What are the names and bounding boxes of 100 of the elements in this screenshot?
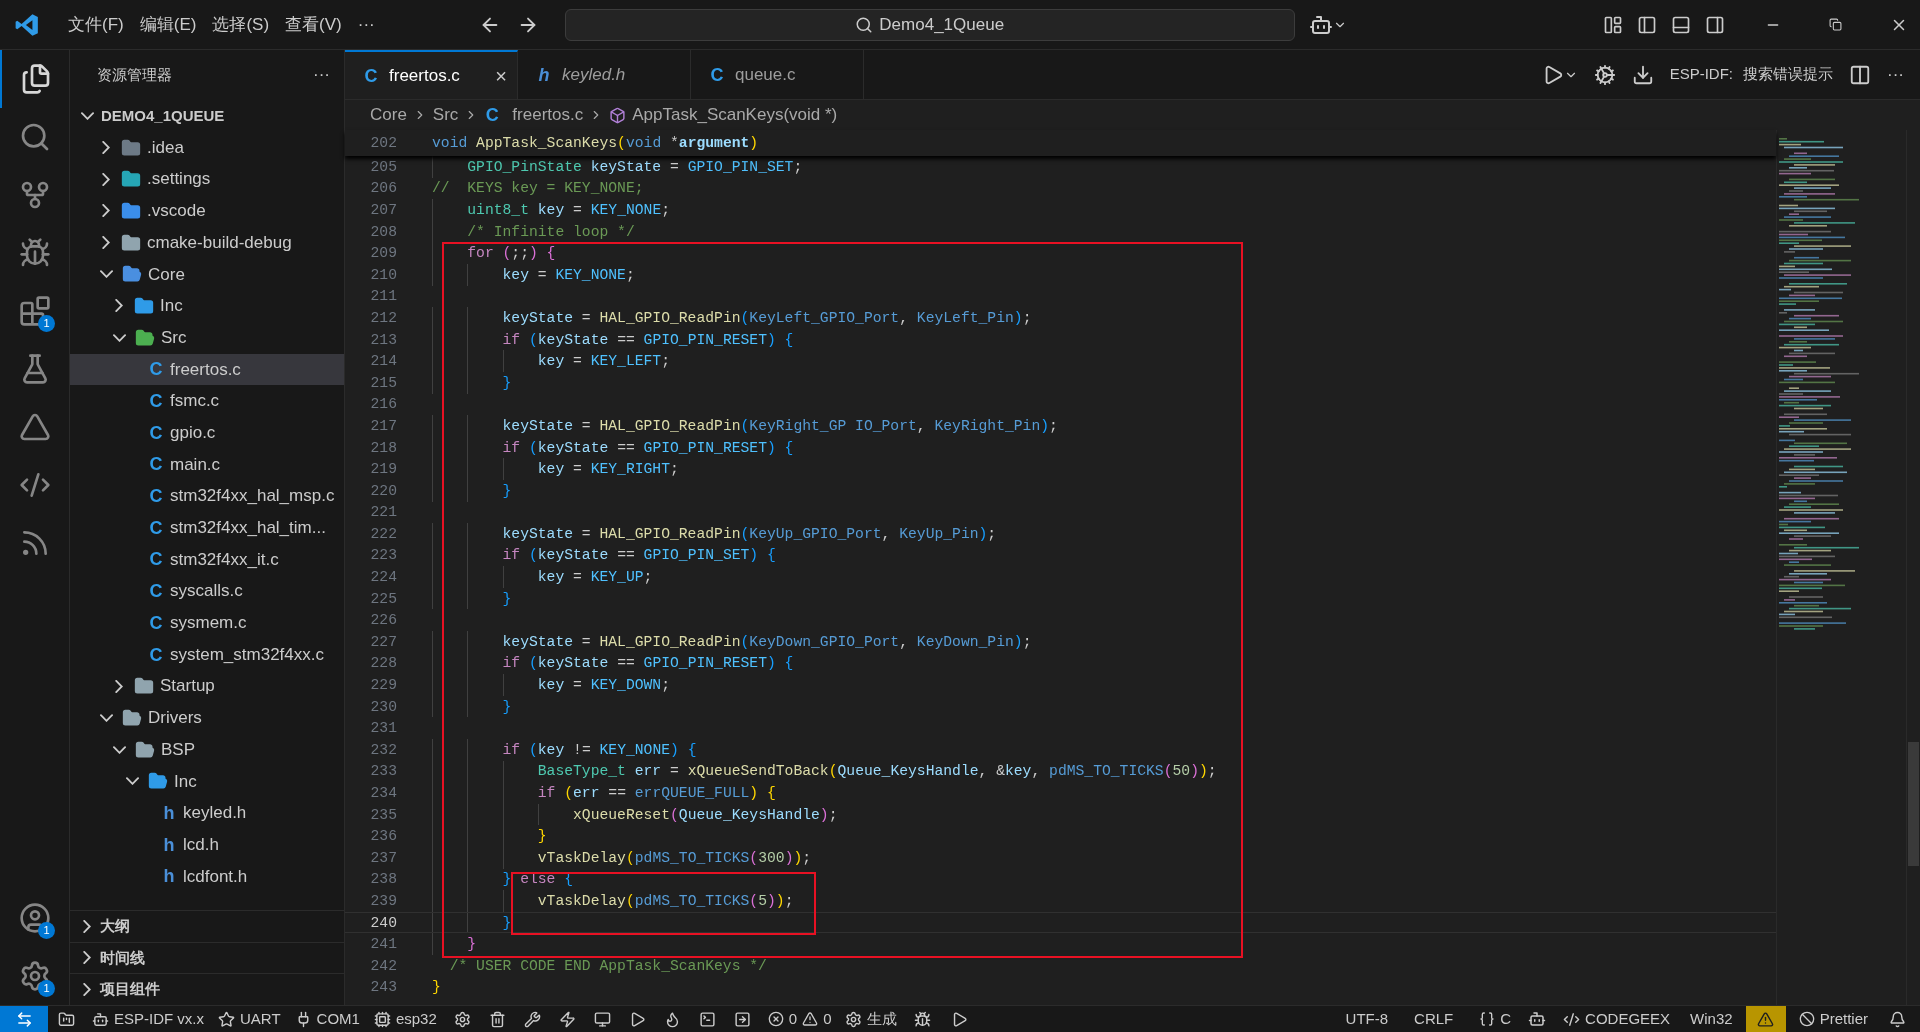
status-item[interactable]: ESP-IDF vx.x — [85, 1006, 211, 1032]
menu-item[interactable]: 编辑(E) — [131, 11, 205, 38]
breadcrumb-item[interactable]: AppTask_ScanKeys(void *) — [632, 102, 838, 128]
account-icon[interactable] — [18, 902, 51, 934]
panel-header[interactable]: 时间线 — [70, 941, 344, 974]
editor-tab[interactable]: h keyled.h — [518, 50, 691, 99]
sidebar-toggle-icon[interactable] — [1637, 14, 1657, 35]
tree-item[interactable]: C system_stm32f4xx.c — [70, 638, 344, 671]
panel-toggle-icon[interactable] — [1671, 14, 1691, 35]
line-number: 202 — [369, 133, 397, 153]
code-line: GPIO_PinState keyState = GPIO_PIN_SET; — [466, 157, 803, 177]
menu-item[interactable]: 文件(F) — [60, 11, 132, 38]
warning-button[interactable] — [1745, 1006, 1786, 1032]
tree-item[interactable]: C stm32f4xx_it.c — [70, 543, 344, 576]
arrow-box-icon[interactable] — [733, 1010, 751, 1028]
monitor-icon[interactable] — [593, 1010, 611, 1028]
tree-item[interactable]: C freertos.c — [70, 353, 344, 386]
line-number: 214 — [369, 352, 397, 372]
status-item[interactable]: esp32 — [366, 1006, 444, 1032]
triangle-tool-icon[interactable] — [18, 411, 51, 443]
tree-item[interactable]: .vscode — [70, 195, 344, 227]
trash-icon[interactable] — [488, 1010, 506, 1028]
status-item[interactable]: UTF-8 — [1338, 1006, 1396, 1032]
menu-item[interactable]: ··· — [349, 11, 383, 38]
editor-tab[interactable]: C freertos.c × — [345, 50, 518, 99]
layout-icon[interactable] — [1603, 14, 1623, 35]
bug-icon[interactable] — [914, 1010, 932, 1028]
tree-item[interactable]: cmake-build-debug — [70, 226, 344, 259]
line-number: 222 — [369, 524, 397, 544]
settings-icon[interactable] — [453, 1010, 471, 1028]
warning-icon — [802, 1011, 819, 1027]
tree-item[interactable]: Startup — [70, 670, 344, 703]
tree-item[interactable]: C stm32f4xx_hal_tim... — [70, 511, 344, 544]
line-number: 228 — [369, 654, 397, 674]
tree-item[interactable]: h keyled.h — [70, 797, 344, 829]
status-item[interactable]: CRLF — [1407, 1006, 1461, 1032]
tree-item[interactable]: BSP — [70, 733, 344, 766]
folder-icon[interactable] — [58, 1010, 75, 1028]
scrollbar-thumb[interactable] — [1908, 742, 1919, 866]
settings-icon — [845, 1010, 863, 1028]
line-number: 220 — [369, 481, 397, 501]
prettier-icon — [1798, 1011, 1815, 1027]
lightning-icon[interactable] — [558, 1010, 576, 1028]
tree-root[interactable]: DEMO4_1QUEUE — [70, 100, 344, 132]
breadcrumb-item[interactable]: Core — [370, 102, 407, 128]
tab-label: queue.c — [735, 63, 796, 86]
settings-icon[interactable] — [1593, 63, 1616, 86]
menu-item[interactable]: 查看(V) — [277, 11, 350, 38]
panel-header[interactable]: 大纲 — [70, 909, 344, 942]
tree-item[interactable]: C main.c — [70, 448, 344, 481]
secondary-sidebar-icon[interactable] — [1705, 14, 1725, 35]
tree-item[interactable]: Src — [70, 321, 344, 354]
restore-icon[interactable] — [1829, 18, 1842, 31]
line-number: 238 — [369, 870, 397, 890]
tree-item[interactable]: C syscalls.c — [70, 575, 344, 607]
tree-item[interactable]: .settings — [70, 163, 344, 196]
line-number: 225 — [369, 589, 397, 609]
status-item[interactable]: CODEGEEX — [1556, 1006, 1678, 1032]
status-item[interactable]: Win32 — [1683, 1006, 1740, 1032]
status-item[interactable]: 生成 — [838, 1006, 905, 1032]
search-errors-button[interactable]: 搜索错误提示 — [1743, 63, 1833, 86]
run-debug-icon[interactable] — [18, 237, 51, 269]
code-line: vTaskDelay(pdMS_TO_TICKS(5)); — [536, 891, 794, 911]
tree-item[interactable]: Inc — [70, 290, 344, 322]
c-file-icon: C — [363, 66, 379, 85]
terminal-icon[interactable] — [698, 1010, 716, 1028]
editor-tab[interactable]: C queue.c — [691, 50, 864, 99]
tree-item[interactable]: Drivers — [70, 702, 344, 734]
tree-item[interactable]: C stm32f4xx_hal_msp.c — [70, 480, 344, 512]
status-item[interactable]: Prettier — [1791, 1006, 1875, 1032]
remote-button[interactable] — [0, 1006, 48, 1032]
tree-item[interactable]: h lcd.h — [70, 828, 344, 861]
line-number: 224 — [369, 568, 397, 588]
tree-item[interactable]: .idea — [70, 131, 344, 164]
tree-item[interactable]: C gpio.c — [70, 416, 344, 449]
tree-item[interactable]: h lcdfont.h — [70, 860, 344, 893]
problems-button[interactable]: 0 0 — [760, 1006, 839, 1032]
menu-item[interactable]: 选择(S) — [204, 11, 278, 38]
tree-item[interactable]: C fsmc.c — [70, 385, 344, 417]
more-button[interactable]: ··· — [313, 62, 330, 88]
tree-item[interactable]: Inc — [70, 765, 344, 798]
status-item[interactable]: COM1 — [287, 1006, 367, 1032]
code-line: vTaskDelay(pdMS_TO_TICKS(300)); — [536, 848, 812, 868]
code-line: uint8_t key = KEY_NONE; — [466, 200, 671, 220]
code-line: xQueueReset(Queue_KeysHandle); — [572, 805, 838, 825]
more-button[interactable]: ··· — [1887, 61, 1904, 88]
wrench-icon[interactable] — [523, 1010, 541, 1028]
tree-item[interactable]: Core — [70, 258, 344, 291]
extensions-icon[interactable] — [18, 295, 51, 327]
status-item[interactable]: C — [1472, 1006, 1519, 1032]
tree-item[interactable]: C sysmem.c — [70, 607, 344, 639]
command-search-field[interactable]: Demo4_1Queue — [564, 8, 1295, 41]
status-item[interactable]: UART — [211, 1006, 288, 1032]
close-tab-button[interactable]: × — [495, 60, 507, 91]
split-editor-icon[interactable] — [1849, 63, 1871, 86]
bell-icon[interactable] — [1889, 1010, 1906, 1028]
play-icon[interactable] — [951, 1010, 969, 1028]
download-icon[interactable] — [1631, 63, 1654, 86]
breadcrumb-item[interactable]: Src — [432, 102, 459, 128]
breadcrumb-item[interactable]: freertos.c — [512, 102, 584, 128]
